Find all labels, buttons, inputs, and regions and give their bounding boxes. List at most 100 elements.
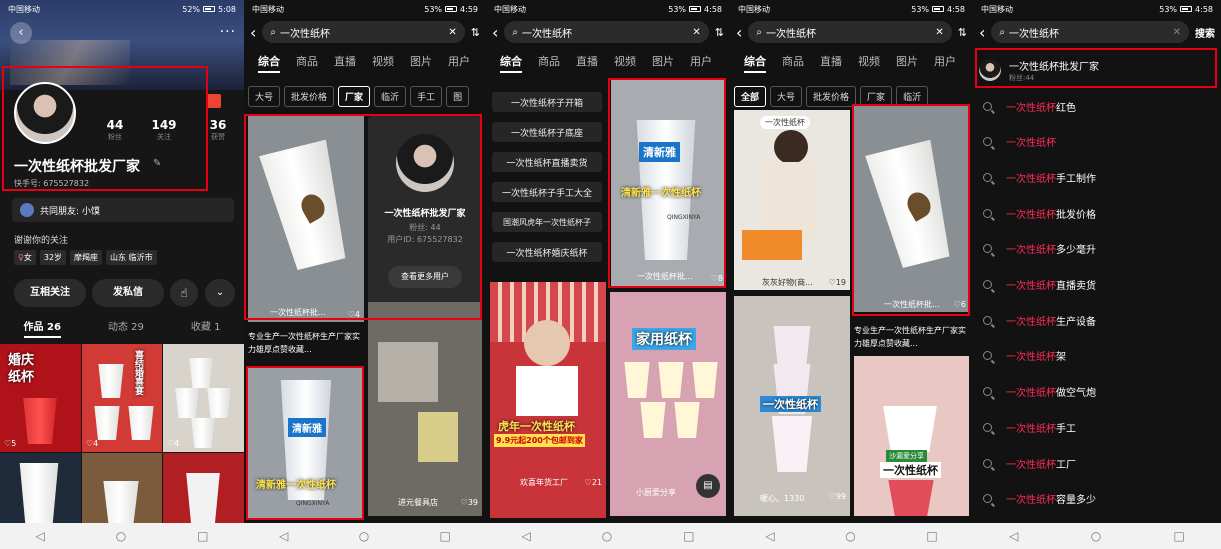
more-button[interactable]: ··· [220, 24, 236, 40]
tab-live[interactable]: 直播 [812, 50, 850, 74]
following-stat[interactable]: 149 关注 [148, 118, 180, 142]
video-tile-cups[interactable]: 一次性纸杯 暖心。1330 ♡99 [734, 296, 850, 516]
chip-linyi[interactable]: 临沂 [374, 86, 407, 107]
tab-user[interactable]: 用户 [440, 50, 478, 74]
chip-handmade[interactable]: 手工 [410, 86, 443, 107]
suggestion-item[interactable]: 一次性纸杯子手工大全 [492, 182, 602, 202]
tab-favorites[interactable]: 收藏 1 [191, 318, 221, 340]
filter-icon[interactable]: ⇅ [715, 26, 724, 39]
video-tile-home[interactable]: 家用纸杯 小厨爱分享 ▤ [610, 292, 726, 516]
nav-home-icon[interactable]: ○ [845, 529, 855, 543]
nav-recents-icon[interactable]: □ [926, 529, 937, 543]
search-input[interactable]: ⌕ 一次性纸杯 ✕ [262, 21, 465, 43]
back-icon[interactable]: ‹ [492, 23, 498, 42]
nav-recents-icon[interactable]: □ [1174, 529, 1185, 543]
filter-icon[interactable]: ⇅ [958, 26, 967, 39]
chevron-down-icon[interactable]: ⌄ [205, 279, 235, 307]
tab-video[interactable]: 视频 [364, 50, 402, 74]
video-tile-brand[interactable]: 清新雅 清新雅一次性纸杯 QINGXINYA [248, 366, 364, 520]
suggestion-row[interactable]: 一次性纸杯容量多少 [983, 489, 1211, 509]
message-button[interactable]: 发私信 [92, 279, 164, 307]
tab-all[interactable]: 综合 [736, 50, 774, 74]
red-packet-icon[interactable] [207, 94, 221, 108]
video-tile-brand[interactable]: 清新雅 清新雅一次性纸杯 QINGXINYA 一次性纸杯批... ♡8 [611, 80, 726, 286]
nav-home-icon[interactable]: ○ [602, 529, 612, 543]
tab-goods[interactable]: 商品 [774, 50, 812, 74]
search-input[interactable]: ⌕ 一次性纸杯 ✕ [991, 21, 1189, 43]
chip-large[interactable]: 大号 [770, 86, 803, 107]
chip-all[interactable]: 全部 [734, 86, 767, 107]
chip-linyi[interactable]: 临沂 [896, 86, 929, 107]
tab-all[interactable]: 综合 [492, 50, 530, 74]
clear-icon[interactable]: ✕ [692, 27, 700, 38]
chip-wholesale[interactable]: 批发价格 [284, 86, 335, 107]
tab-works[interactable]: 作品 26 [23, 318, 61, 338]
nav-recents-icon[interactable]: □ [197, 529, 208, 543]
work-thumb-5[interactable] [82, 453, 162, 523]
more-users-button[interactable]: 查看更多用户 [388, 266, 462, 288]
tab-video[interactable]: 视频 [606, 50, 644, 74]
suggestion-row[interactable]: 一次性纸杯生产设备 [983, 310, 1211, 330]
search-input[interactable]: ⌕ 一次性纸杯 ✕ [504, 21, 709, 43]
video-tile-share[interactable]: 沙漏爱分享 一次性纸杯 [854, 356, 969, 516]
suggestion-row[interactable]: 一次性纸杯手工制作 [983, 167, 1211, 187]
work-thumb-6[interactable] [163, 453, 244, 523]
tab-image[interactable]: 图片 [888, 50, 926, 74]
user-card[interactable]: 一次性纸杯批发厂家 粉丝: 44 用户ID: 675527832 查看更多用户 [368, 116, 482, 316]
search-button[interactable]: 搜索 [1195, 25, 1215, 40]
nav-recents-icon[interactable]: □ [440, 529, 451, 543]
chip-factory[interactable]: 厂家 [860, 86, 893, 107]
work-thumb-4[interactable] [0, 453, 81, 523]
nav-back-icon[interactable]: ◁ [521, 529, 530, 543]
suggestion-row[interactable]: 一次性纸杯 [983, 132, 1211, 152]
work-thumb-2[interactable]: 喜结婚喜宴 ♡4 [82, 344, 162, 452]
nav-back-icon[interactable]: ◁ [279, 529, 288, 543]
video-tile-woman[interactable]: 一次性纸杯 灰灰好物(商... ♡19 [734, 110, 850, 290]
tab-user[interactable]: 用户 [926, 50, 964, 74]
nav-back-icon[interactable]: ◁ [765, 529, 774, 543]
filter-icon[interactable]: ⇅ [471, 26, 480, 39]
suggestion-row[interactable]: 一次性纸杯红色 [983, 96, 1211, 116]
clear-icon[interactable]: ✕ [448, 27, 456, 38]
suggestion-row[interactable]: 一次性纸杯批发价格 [983, 203, 1211, 223]
note-icon[interactable]: ▤ [696, 474, 720, 498]
suggestion-row[interactable]: 一次性纸杯架 [983, 346, 1211, 366]
avatar[interactable] [14, 82, 76, 144]
video-tile-live[interactable]: 虎年一次性纸杯 9.9元起200个包邮到家 欢喜年货工厂 ♡21 [490, 282, 606, 518]
video-tile-shop[interactable]: 进元餐具店 ♡39 [368, 302, 482, 516]
suggestion-row[interactable]: 一次性纸杯工厂 [983, 453, 1211, 473]
suggestion-item[interactable]: 一次性纸杯直播卖货 [492, 152, 602, 172]
tab-all[interactable]: 综合 [250, 50, 288, 74]
video-tile-cup[interactable]: 一次性纸杯批... ♡4 [248, 116, 364, 322]
nav-back-icon[interactable]: ◁ [35, 529, 44, 543]
work-thumb-1[interactable]: 婚庆 纸杯 ♡5 [0, 344, 81, 452]
gesture-icon[interactable]: ☝ [170, 279, 198, 307]
back-button[interactable]: ‹ [10, 22, 32, 44]
video-tile-cup[interactable]: 一次性纸杯批... ♡6 [854, 106, 969, 312]
back-icon[interactable]: ‹ [979, 23, 985, 42]
chip-more[interactable]: 图 [446, 86, 470, 107]
nav-home-icon[interactable]: ○ [1091, 529, 1101, 543]
suggestion-item[interactable]: 一次性纸杯婚庆纸杯 [492, 242, 602, 262]
fans-stat[interactable]: 44 粉丝 [100, 118, 130, 142]
tab-image[interactable]: 图片 [402, 50, 440, 74]
chip-wholesale[interactable]: 批发价格 [806, 86, 857, 107]
back-icon[interactable]: ‹ [736, 23, 742, 42]
nav-back-icon[interactable]: ◁ [1009, 529, 1018, 543]
clear-icon[interactable]: ✕ [935, 27, 943, 38]
chip-large[interactable]: 大号 [248, 86, 281, 107]
tab-moments[interactable]: 动态 29 [108, 318, 144, 340]
follow-back-button[interactable]: 互相关注 [14, 279, 86, 307]
chip-factory[interactable]: 厂家 [338, 86, 371, 107]
suggestion-item[interactable]: 一次性纸杯子底座 [492, 122, 602, 142]
mutual-friends[interactable]: 共同朋友: 小馍 [12, 198, 234, 222]
work-thumb-3[interactable]: ♡4 [163, 344, 244, 452]
tab-goods[interactable]: 商品 [530, 50, 568, 74]
tab-video[interactable]: 视频 [850, 50, 888, 74]
tab-image[interactable]: 图片 [644, 50, 682, 74]
tab-user[interactable]: 用户 [682, 50, 720, 74]
nav-home-icon[interactable]: ○ [359, 529, 369, 543]
suggestion-row[interactable]: 一次性纸杯直播卖货 [983, 275, 1211, 295]
edit-icon[interactable]: ✎ [153, 158, 161, 169]
nav-recents-icon[interactable]: □ [683, 529, 694, 543]
